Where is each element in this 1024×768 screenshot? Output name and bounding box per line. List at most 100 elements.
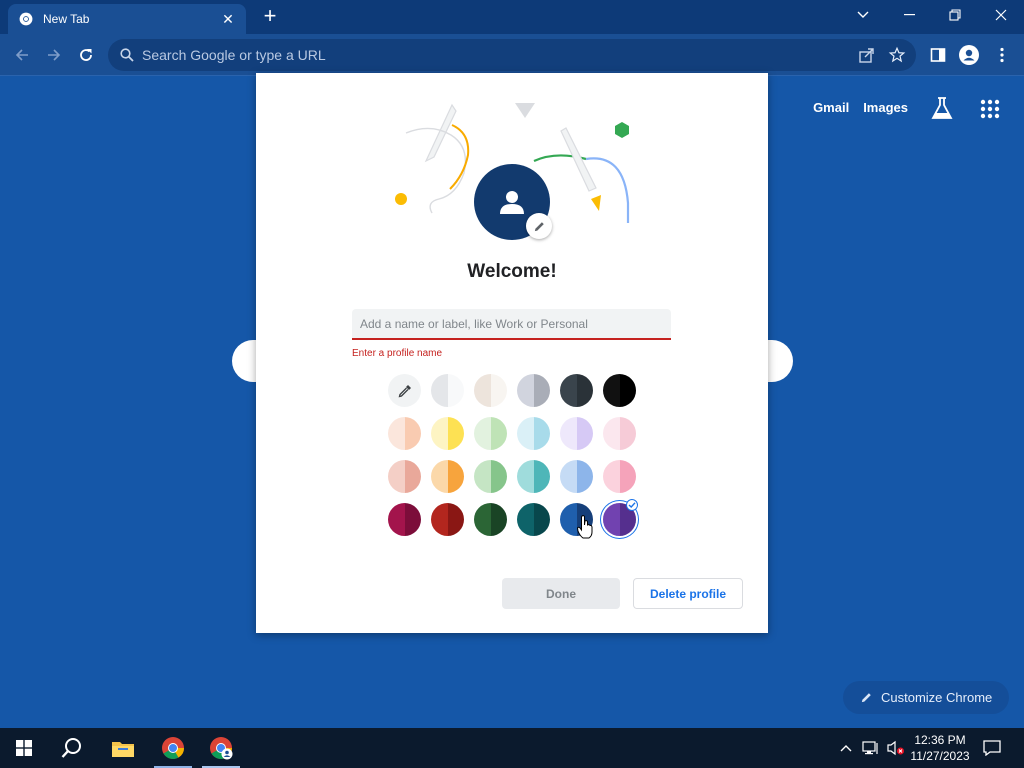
swatch-left-half: [517, 503, 534, 536]
close-window-button[interactable]: [978, 0, 1024, 30]
profile-customization-dialog: Welcome! Enter a profile name Done Delet…: [256, 73, 768, 633]
theme-color-swatch[interactable]: [431, 374, 464, 407]
profile-avatar-icon[interactable]: [957, 43, 981, 67]
person-icon: [500, 191, 524, 214]
swatch-left-half: [474, 374, 491, 407]
swatch-right-half: [533, 417, 550, 450]
labs-flask-icon[interactable]: [930, 96, 954, 127]
edit-avatar-button[interactable]: [526, 213, 552, 239]
profile-name-input[interactable]: [352, 309, 671, 340]
windows-start-icon[interactable]: [4, 728, 44, 768]
swatch-right-half: [533, 503, 550, 536]
network-icon[interactable]: [858, 728, 884, 768]
swatch-right-half: [576, 460, 593, 493]
windows-taskbar: 12:36 PM 11/27/2023: [0, 728, 1024, 768]
swatch-left-half: [560, 503, 577, 536]
tab-close-icon[interactable]: ✕: [220, 11, 236, 28]
theme-color-swatch[interactable]: [431, 503, 464, 536]
reload-button[interactable]: [74, 43, 98, 67]
delete-profile-button[interactable]: Delete profile: [633, 578, 743, 609]
theme-color-swatch[interactable]: [517, 460, 550, 493]
restore-button[interactable]: [932, 0, 978, 30]
swatch-right-half: [576, 417, 593, 450]
file-explorer-icon[interactable]: [103, 728, 143, 768]
swatch-left-half: [431, 460, 448, 493]
browser-toolbar: Search Google or type a URL: [0, 34, 1024, 76]
theme-color-swatch[interactable]: [388, 417, 421, 450]
search-icon[interactable]: [52, 728, 92, 768]
theme-color-swatch[interactable]: [431, 460, 464, 493]
swatch-left-half: [431, 374, 448, 407]
theme-color-swatch[interactable]: [474, 374, 507, 407]
swatch-left-half: [603, 417, 620, 450]
customize-chrome-label: Customize Chrome: [881, 690, 993, 705]
swatch-left-half: [388, 417, 405, 450]
selected-check-icon: [626, 499, 638, 511]
images-link[interactable]: Images: [863, 100, 908, 115]
gmail-link[interactable]: Gmail: [813, 100, 849, 115]
eyedropper-icon: [398, 384, 411, 397]
swatch-left-half: [388, 460, 405, 493]
swatch-right-half: [619, 417, 636, 450]
side-panel-icon[interactable]: [926, 43, 950, 67]
pencil-icon: [861, 693, 871, 703]
theme-color-swatch[interactable]: [474, 460, 507, 493]
omnibox-placeholder: Search Google or type a URL: [142, 47, 326, 63]
swatch-left-half: [474, 503, 491, 536]
swatch-left-half: [560, 417, 577, 450]
theme-color-swatch[interactable]: [388, 503, 421, 536]
volume-muted-icon[interactable]: [884, 728, 908, 768]
new-tab-button[interactable]: +: [259, 5, 281, 28]
forward-button[interactable]: [42, 43, 66, 67]
profile-name-error: Enter a profile name: [352, 348, 443, 359]
google-apps-grid-icon[interactable]: [980, 99, 1000, 124]
swatch-right-half: [447, 417, 464, 450]
done-button[interactable]: Done: [502, 578, 620, 609]
swatch-left-half: [474, 460, 491, 493]
customize-chrome-button[interactable]: Customize Chrome: [843, 681, 1009, 714]
tab-new-tab[interactable]: New Tab ✕: [8, 4, 246, 34]
swatch-right-half: [490, 374, 507, 407]
theme-color-swatch[interactable]: [517, 417, 550, 450]
swatch-right-half: [447, 460, 464, 493]
custom-color-picker-button[interactable]: [388, 374, 421, 407]
tab-search-icon[interactable]: [840, 0, 886, 30]
tray-chevron-icon[interactable]: [836, 728, 856, 768]
minimize-button[interactable]: [886, 0, 932, 30]
theme-color-swatch[interactable]: [560, 417, 593, 450]
swatch-left-half: [603, 460, 620, 493]
theme-color-swatch[interactable]: [474, 503, 507, 536]
notification-center-icon[interactable]: [980, 728, 1004, 768]
pencil-icon: [534, 221, 544, 231]
theme-color-swatch[interactable]: [517, 503, 550, 536]
chrome-icon: [18, 11, 34, 27]
theme-color-swatch[interactable]: [603, 460, 636, 493]
chrome-profile-taskbar-icon[interactable]: [201, 728, 241, 768]
chrome-taskbar-icon[interactable]: [153, 728, 193, 768]
theme-color-swatch[interactable]: [388, 460, 421, 493]
swatch-left-half: [603, 503, 620, 536]
taskbar-clock[interactable]: 12:36 PM 11/27/2023: [906, 732, 974, 764]
theme-color-swatch[interactable]: [603, 374, 636, 407]
swatch-left-half: [474, 417, 491, 450]
swatch-right-half: [447, 503, 464, 536]
back-button[interactable]: [10, 43, 34, 67]
swatch-right-half: [404, 417, 421, 450]
swatch-left-half: [603, 374, 620, 407]
tab-strip: New Tab ✕ +: [0, 0, 1024, 34]
swatch-right-half: [533, 374, 550, 407]
omnibox[interactable]: Search Google or type a URL: [108, 39, 916, 71]
theme-color-swatch[interactable]: [431, 417, 464, 450]
menu-kebab-icon[interactable]: [990, 43, 1014, 67]
swatch-left-half: [517, 417, 534, 450]
theme-color-swatch[interactable]: [560, 460, 593, 493]
swatch-left-half: [517, 374, 534, 407]
swatch-right-half: [619, 374, 636, 407]
swatch-right-half: [404, 503, 421, 536]
bookmark-star-icon[interactable]: [888, 46, 906, 69]
share-icon[interactable]: [858, 46, 876, 69]
theme-color-swatch[interactable]: [517, 374, 550, 407]
theme-color-swatch[interactable]: [603, 417, 636, 450]
theme-color-swatch[interactable]: [560, 374, 593, 407]
theme-color-swatch[interactable]: [474, 417, 507, 450]
